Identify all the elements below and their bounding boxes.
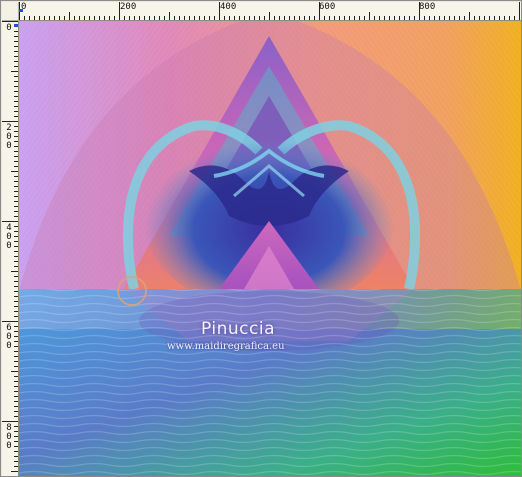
image-window: 0 200 400 600 800 0 2 0 0 4 0 0 6 0 0 8 … bbox=[0, 0, 522, 477]
horizontal-ruler-ticks bbox=[19, 2, 520, 20]
ruler-position-marker bbox=[19, 9, 23, 12]
horizontal-ruler: 0 200 400 600 800 bbox=[19, 2, 521, 21]
ruler-position-marker-left bbox=[14, 24, 18, 27]
ruler-top-label-400: 400 bbox=[220, 2, 237, 12]
ruler-corner bbox=[2, 2, 19, 21]
ruler-top-label-600: 600 bbox=[319, 2, 336, 12]
artwork bbox=[19, 21, 521, 476]
ruler-top-label-800: 800 bbox=[419, 2, 436, 12]
ruler-left-label-600: 6 0 0 bbox=[6, 323, 12, 351]
vertical-ruler: 0 2 0 0 4 0 0 6 0 0 8 0 0 bbox=[2, 21, 19, 476]
ruler-top-label-200: 200 bbox=[120, 2, 137, 12]
ruler-left-label-800: 8 0 0 bbox=[6, 423, 12, 451]
image-canvas[interactable]: Pinuccia www.maidiregrafica.eu bbox=[19, 21, 521, 476]
ruler-left-label-200: 2 0 0 bbox=[6, 123, 12, 151]
watermark-name: Pinuccia bbox=[201, 319, 275, 339]
ruler-left-label-0: 0 bbox=[6, 23, 12, 33]
watermark-url: www.maidiregrafica.eu bbox=[167, 341, 285, 352]
ruler-left-label-400: 4 0 0 bbox=[6, 223, 12, 251]
